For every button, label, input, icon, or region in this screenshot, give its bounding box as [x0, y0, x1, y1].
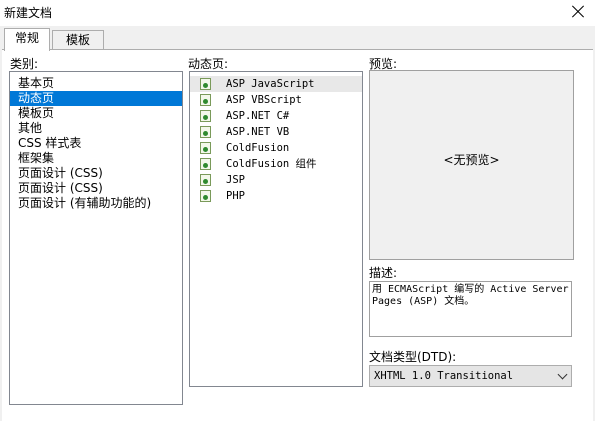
category-item-frameset[interactable]: 框架集 [10, 151, 182, 166]
dynamic-item-label: JSP [226, 174, 245, 186]
tab-templates-label: 模板 [65, 33, 90, 47]
dynamic-page-icon [200, 174, 211, 186]
dynamic-item[interactable]: ASP.NET C# [190, 108, 362, 124]
description-label: 描述: [369, 266, 398, 280]
dynamic-item-label: ASP.NET C# [226, 110, 290, 122]
category-item-page-design-css-1[interactable]: 页面设计 (CSS) [10, 166, 182, 181]
preview-pane: <无预览> [369, 70, 574, 260]
dynamic-item-label: ColdFusion [226, 142, 290, 154]
dynamic-item[interactable]: ASP.NET VB [190, 124, 362, 140]
dynamic-label: 动态页: [188, 57, 229, 71]
doctype-select-value: XHTML 1.0 Transitional [374, 370, 514, 382]
dynamic-item-label: PHP [226, 190, 245, 202]
dynamic-item[interactable]: PHP [190, 188, 362, 204]
dynamic-page-icon [200, 78, 211, 90]
category-item-basic[interactable]: 基本页 [10, 76, 182, 91]
tab-general-label: 常规 [14, 31, 39, 45]
category-item-other[interactable]: 其他 [10, 121, 182, 136]
dynamic-item-label: ASP JavaScript [226, 78, 315, 90]
tab-general[interactable]: 常规 [4, 28, 50, 51]
dynamic-item[interactable]: ASP JavaScript [190, 76, 362, 92]
chevron-down-icon [557, 369, 568, 380]
dynamic-item-label: ASP VBScript [226, 94, 302, 106]
dynamic-list[interactable]: ASP JavaScript ASP VBScript ASP.NET C# A… [189, 71, 363, 387]
tab-templates[interactable]: 模板 [52, 30, 104, 50]
description-text: 用 ECMAScript 编写的 Active Server Pages (AS… [369, 281, 572, 337]
dynamic-page-icon [200, 142, 211, 154]
category-label: 类别: [10, 57, 39, 71]
category-item-page-design-accessible[interactable]: 页面设计 (有辅助功能的) [10, 196, 182, 211]
dynamic-page-icon [200, 190, 211, 202]
doctype-select[interactable]: XHTML 1.0 Transitional [369, 365, 572, 387]
dynamic-item[interactable]: ASP VBScript [190, 92, 362, 108]
preview-placeholder: <无预览> [443, 153, 500, 167]
dynamic-page-icon [200, 158, 211, 170]
dynamic-item[interactable]: ColdFusion [190, 140, 362, 156]
doctype-label: 文档类型(DTD): [369, 350, 457, 364]
close-icon[interactable] [567, 1, 589, 23]
category-list[interactable]: 基本页 动态页 模板页 其他 CSS 样式表 框架集 页面设计 (CSS) 页面… [9, 71, 183, 405]
category-item-template[interactable]: 模板页 [10, 106, 182, 121]
dynamic-item-label: ColdFusion 组件 [226, 158, 317, 170]
title-bar: 新建文档 [0, 0, 595, 26]
category-item-css[interactable]: CSS 样式表 [10, 136, 182, 151]
dynamic-item[interactable]: ColdFusion 组件 [190, 156, 362, 172]
category-item-page-design-css-2[interactable]: 页面设计 (CSS) [10, 181, 182, 196]
window-title: 新建文档 [4, 6, 53, 20]
dynamic-page-icon [200, 126, 211, 138]
tab-bar: 常规 模板 [0, 28, 595, 51]
category-item-dynamic[interactable]: 动态页 [10, 91, 182, 106]
dynamic-page-icon [200, 94, 211, 106]
dynamic-item-label: ASP.NET VB [226, 126, 290, 138]
dynamic-item[interactable]: JSP [190, 172, 362, 188]
dynamic-page-icon [200, 110, 211, 122]
